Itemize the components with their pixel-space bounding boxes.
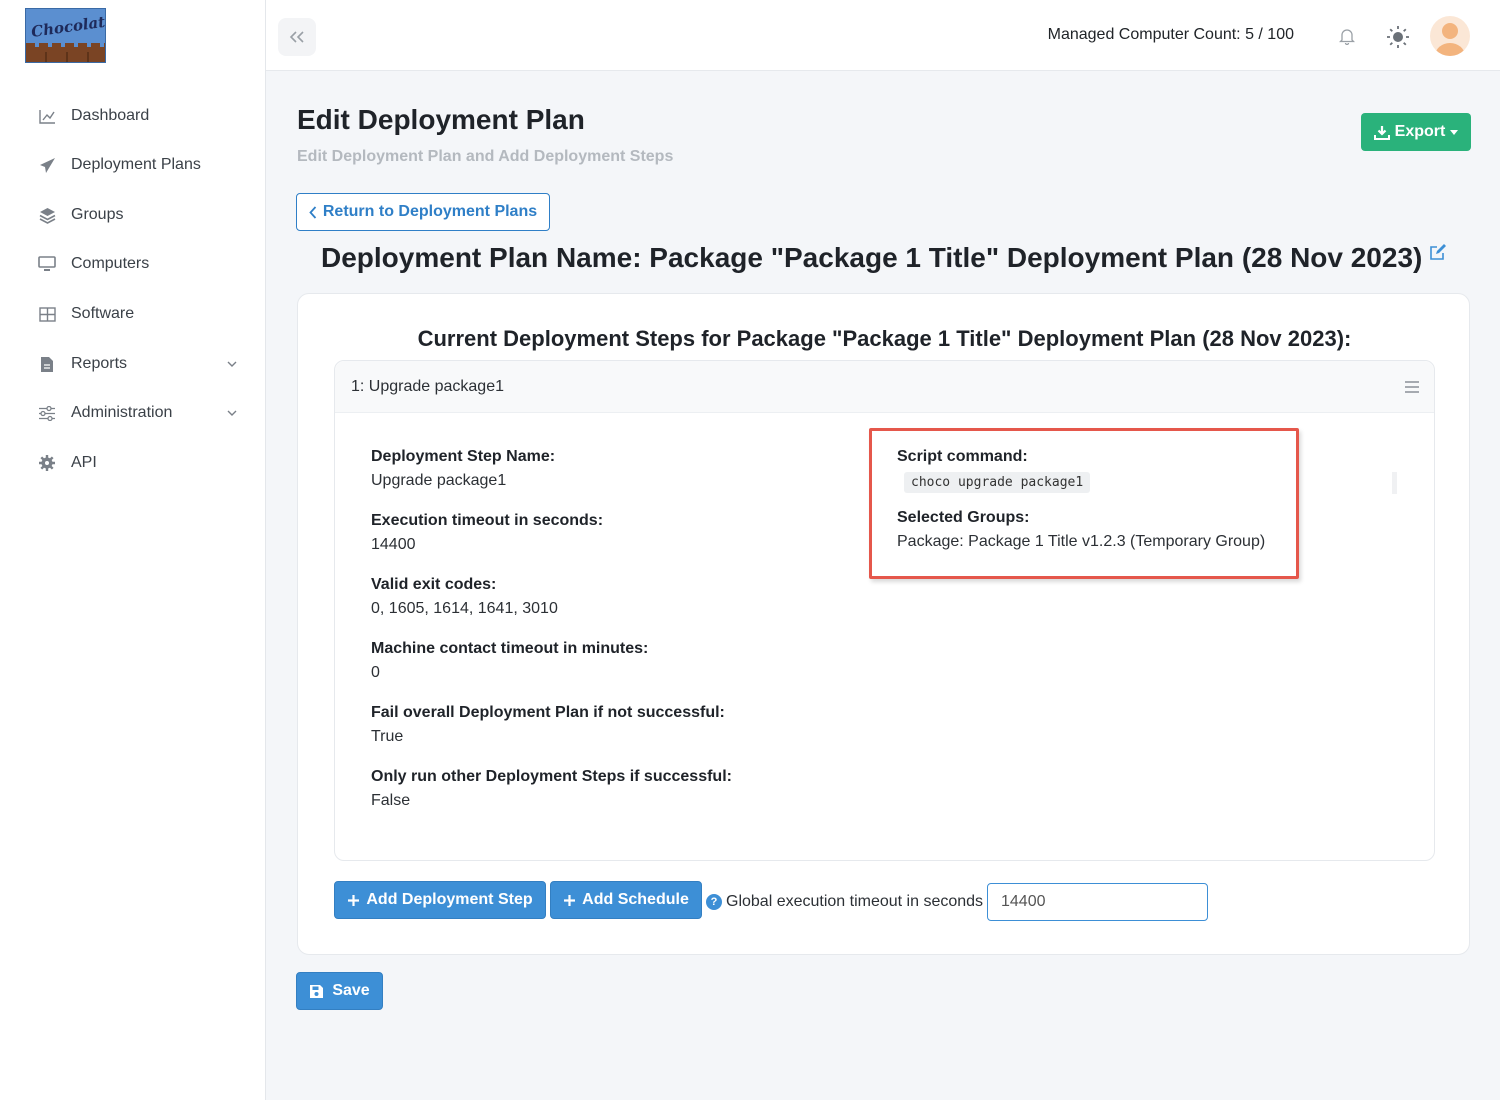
theme-toggle-sun-icon[interactable] xyxy=(1385,24,1411,50)
field-value: Upgrade package1 xyxy=(371,472,507,489)
save-label: Save xyxy=(332,982,370,999)
add-schedule-label: Add Schedule xyxy=(582,891,689,908)
sidebar-item-label: API xyxy=(71,454,97,471)
sidebar-item-computers[interactable]: Computers xyxy=(0,244,266,284)
top-bar: Managed Computer Count: 5 / 100 xyxy=(266,0,1500,71)
scrollbar[interactable] xyxy=(1392,472,1397,494)
field-label: Fail overall Deployment Plan if not succ… xyxy=(371,704,725,721)
field-value: False xyxy=(371,792,411,809)
floppy-disk-icon xyxy=(310,984,324,998)
sidebar-item-label: Groups xyxy=(71,206,124,223)
deployment-step-header[interactable]: 1: Upgrade package1 xyxy=(335,361,1434,413)
plus-icon xyxy=(348,894,360,906)
monitor-icon xyxy=(38,255,56,273)
sidebar-item-label: Computers xyxy=(71,255,150,272)
user-avatar[interactable] xyxy=(1430,16,1470,56)
chocolatey-logo[interactable]: Chocolatey xyxy=(25,8,106,63)
field-value: 0, 1605, 1614, 1641, 3010 xyxy=(371,600,558,617)
field-value: 0 xyxy=(371,664,380,681)
logo-text: Chocolatey xyxy=(30,10,106,41)
chevron-down-icon[interactable] xyxy=(226,407,238,419)
sliders-icon xyxy=(38,404,56,422)
selected-groups-label: Selected Groups: xyxy=(897,509,1030,526)
caret-down-icon xyxy=(1450,129,1459,135)
field-label: Machine contact timeout in minutes: xyxy=(371,640,649,657)
hamburger-menu-icon[interactable] xyxy=(1404,380,1420,394)
sidebar-item-groups[interactable]: Groups xyxy=(0,195,266,235)
field-label: Valid exit codes: xyxy=(371,576,497,593)
selected-groups-value: Package: Package 1 Title v1.2.3 (Tempora… xyxy=(897,533,1266,550)
edit-icon[interactable] xyxy=(1429,243,1447,261)
sidebar-item-reports[interactable]: Reports xyxy=(0,344,266,384)
script-command-label: Script command: xyxy=(897,448,1028,465)
field-label: Deployment Step Name: xyxy=(371,448,556,465)
deployment-steps-title: Current Deployment Steps for Package "Pa… xyxy=(417,326,1352,351)
page-title: Edit Deployment Plan xyxy=(297,104,585,135)
field-label: Execution timeout in seconds: xyxy=(371,512,604,529)
sidebar-item-label: Deployment Plans xyxy=(71,156,201,173)
sidebar-item-label: Reports xyxy=(71,355,128,372)
sidebar-item-software[interactable]: Software xyxy=(0,294,266,334)
plus-icon xyxy=(564,894,576,906)
double-chevron-left-icon xyxy=(289,31,304,43)
download-icon xyxy=(1373,125,1390,140)
sidebar: Chocolatey Dashboard Deployment Plans Gr… xyxy=(0,0,266,1100)
managed-computer-count: Managed Computer Count: 5 / 100 xyxy=(1047,26,1294,43)
add-deployment-step-label: Add Deployment Step xyxy=(366,891,533,908)
deployment-step-title: 1: Upgrade package1 xyxy=(351,378,504,395)
collapse-sidebar-button[interactable] xyxy=(278,18,316,56)
page-subtitle: Edit Deployment Plan and Add Deployment … xyxy=(297,148,674,165)
help-icon[interactable]: ? xyxy=(706,894,722,910)
logo-chocolate-bar xyxy=(26,43,105,62)
add-deployment-step-button[interactable]: Add Deployment Step xyxy=(334,881,546,919)
chart-line-icon xyxy=(38,107,56,125)
deployment-steps-card: Current Deployment Steps for Package "Pa… xyxy=(297,293,1470,955)
sidebar-item-dashboard[interactable]: Dashboard xyxy=(0,96,266,136)
chevron-down-icon[interactable] xyxy=(226,358,238,370)
export-button[interactable]: Export xyxy=(1361,113,1471,151)
layers-icon xyxy=(38,206,56,224)
grid-icon xyxy=(38,305,56,323)
deployment-plan-name: Deployment Plan Name: Package "Package 1… xyxy=(321,242,1423,273)
user-icon xyxy=(1435,23,1465,56)
field-value: 14400 xyxy=(371,536,416,553)
field-label: Only run other Deployment Steps if succe… xyxy=(371,768,732,785)
sidebar-item-label: Administration xyxy=(71,404,173,421)
save-button[interactable]: Save xyxy=(296,972,383,1010)
sidebar-item-label: Software xyxy=(71,305,135,322)
sidebar-item-label: Dashboard xyxy=(71,107,150,124)
bell-icon[interactable] xyxy=(1337,25,1357,47)
sidebar-item-administration[interactable]: Administration xyxy=(0,393,266,433)
gear-icon xyxy=(38,454,56,472)
sidebar-item-deployment-plans[interactable]: Deployment Plans xyxy=(0,145,266,185)
deployment-step-panel: 1: Upgrade package1 Deployment Step Name… xyxy=(334,360,1435,861)
script-command-code: choco upgrade package1 xyxy=(904,472,1091,493)
chevron-left-icon xyxy=(309,205,317,219)
file-icon xyxy=(38,355,56,373)
field-value: True xyxy=(371,728,404,745)
global-timeout-input[interactable] xyxy=(987,883,1208,921)
export-label: Export xyxy=(1394,123,1446,140)
add-schedule-button[interactable]: Add Schedule xyxy=(550,881,702,919)
paper-plane-icon xyxy=(38,156,56,174)
return-to-deployment-plans-button[interactable]: Return to Deployment Plans xyxy=(296,193,550,231)
return-label: Return to Deployment Plans xyxy=(322,203,538,220)
sidebar-item-api[interactable]: API xyxy=(0,443,266,483)
global-timeout-label: Global execution timeout in seconds xyxy=(726,893,984,910)
